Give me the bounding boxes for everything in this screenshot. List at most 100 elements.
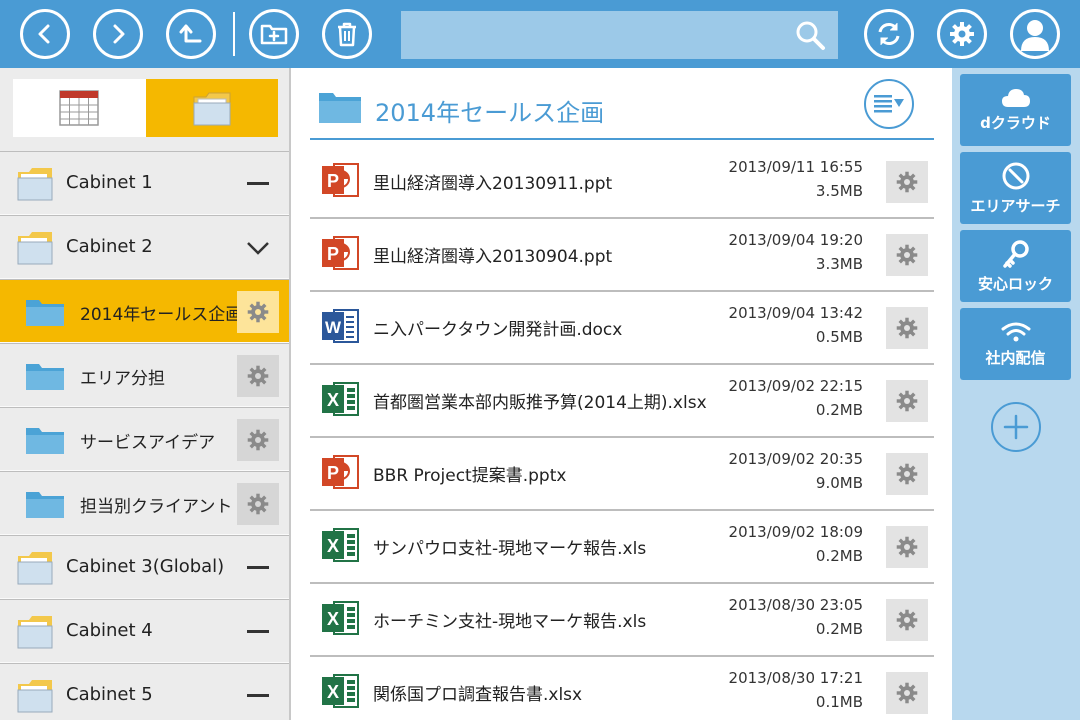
collapse-toggle[interactable] bbox=[244, 166, 272, 202]
file-name: ホーチミン支社-現地マーケ報告.xls bbox=[373, 612, 647, 632]
folder-icon bbox=[26, 492, 64, 518]
folder-settings-button[interactable] bbox=[237, 355, 279, 397]
up-folder-button[interactable] bbox=[166, 9, 216, 59]
svg-text:X: X bbox=[327, 536, 339, 556]
file-type-icon: P bbox=[320, 452, 360, 496]
folder-settings-button[interactable] bbox=[237, 483, 279, 525]
file-size: 0.2MB bbox=[815, 620, 863, 638]
file-settings-button[interactable] bbox=[886, 234, 928, 276]
cabinet-label: Cabinet 3(Global) bbox=[66, 556, 225, 577]
file-name: 関係国プロ調査報告書.xlsx bbox=[373, 685, 583, 705]
collapse-toggle[interactable] bbox=[244, 678, 272, 714]
cabinet-label: Cabinet 5 bbox=[66, 684, 153, 705]
file-row[interactable]: P 里山経済圏導入20130911.ppt 2013/09/11 16:55 3.5M… bbox=[310, 146, 934, 219]
minus-icon bbox=[247, 630, 269, 633]
folder-settings-button[interactable] bbox=[237, 291, 279, 333]
file-date: 2013/09/04 19:20 bbox=[728, 231, 863, 249]
file-type-icon: X bbox=[320, 379, 360, 423]
collapse-toggle[interactable] bbox=[244, 550, 272, 586]
file-settings-button[interactable] bbox=[886, 161, 928, 203]
sync-icon bbox=[878, 23, 900, 45]
up-level-icon bbox=[179, 24, 202, 43]
file-date: 2013/08/30 17:21 bbox=[728, 669, 863, 687]
collapse-toggle[interactable] bbox=[244, 614, 272, 650]
expand-toggle[interactable] bbox=[244, 230, 272, 266]
folder-item-service-idea[interactable]: サービスアイデア bbox=[0, 407, 289, 471]
file-row[interactable]: P BBR Project提案書.pptx 2013/09/02 20:35 9.0M… bbox=[310, 438, 934, 511]
back-button[interactable] bbox=[20, 9, 70, 59]
file-date: 2013/08/30 23:05 bbox=[728, 596, 863, 614]
forward-button[interactable] bbox=[93, 9, 143, 59]
search-icon[interactable] bbox=[794, 19, 826, 51]
file-settings-button[interactable] bbox=[886, 307, 928, 349]
chevron-right-icon bbox=[113, 24, 125, 44]
file-row[interactable]: W ニ入パークタウン開発計画.docx 2013/09/04 13:42 0.5MB bbox=[310, 292, 934, 365]
add-service-button[interactable] bbox=[991, 402, 1041, 452]
file-date: 2013/09/11 16:55 bbox=[728, 158, 863, 176]
key-icon bbox=[1002, 239, 1029, 268]
gear-icon bbox=[896, 317, 918, 339]
gear-icon bbox=[247, 429, 269, 451]
cabinet-item[interactable]: Cabinet 2 bbox=[0, 215, 289, 279]
dcloud-button[interactable]: dクラウド bbox=[960, 74, 1071, 146]
new-folder-button[interactable] bbox=[249, 9, 299, 59]
gear-icon bbox=[896, 682, 918, 704]
file-settings-button[interactable] bbox=[886, 672, 928, 714]
folder-item-clients[interactable]: 担当別クライアント bbox=[0, 471, 289, 535]
gear-icon bbox=[896, 609, 918, 631]
file-settings-button[interactable] bbox=[886, 380, 928, 422]
chevron-left-icon bbox=[38, 24, 50, 44]
folder-settings-button[interactable] bbox=[237, 419, 279, 461]
svg-text:X: X bbox=[327, 609, 339, 629]
file-row[interactable]: P 里山経済圏導入20130904.ppt 2013/09/04 19:20 3.3M… bbox=[310, 219, 934, 292]
cabinet-item[interactable]: Cabinet 1 bbox=[0, 151, 289, 215]
folder-icon bbox=[26, 364, 64, 390]
file-row[interactable]: X 首都圏営業本部内販推予算(2014上期).xlsx 2013/09/02 22:… bbox=[310, 365, 934, 438]
view-toggle bbox=[13, 79, 278, 137]
gear-icon bbox=[247, 301, 269, 323]
file-settings-button[interactable] bbox=[886, 453, 928, 495]
sidebar: Cabinet 1 Cabinet 2 2014年セールス企画 エリア分担 サー… bbox=[0, 68, 291, 720]
internal-delivery-button[interactable]: 社内配信 bbox=[960, 308, 1071, 380]
file-settings-button[interactable] bbox=[886, 599, 928, 641]
file-settings-button[interactable] bbox=[886, 526, 928, 568]
calendar-view-button[interactable] bbox=[13, 79, 146, 137]
file-size: 3.5MB bbox=[815, 182, 863, 200]
cabinet-icon bbox=[17, 552, 53, 585]
account-button[interactable] bbox=[1010, 9, 1060, 59]
folder-item-area[interactable]: エリア分担 bbox=[0, 343, 289, 407]
cabinet-item[interactable]: Cabinet 4 bbox=[0, 599, 289, 663]
service-label: 安心ロック bbox=[977, 274, 1053, 293]
svg-text:W: W bbox=[325, 318, 342, 337]
word-icon: W bbox=[322, 309, 359, 343]
service-label: エリアサーチ bbox=[970, 196, 1061, 215]
search-input[interactable] bbox=[411, 11, 781, 59]
file-pane: 2014年セールス企画 P 里山経済圏導入20130911.ppt 2013/09/… bbox=[293, 68, 952, 720]
delete-button[interactable] bbox=[322, 9, 372, 59]
cabinet-item[interactable]: Cabinet 5 bbox=[0, 663, 289, 720]
area-search-button[interactable]: エリアサーチ bbox=[960, 152, 1071, 224]
file-date: 2013/09/02 18:09 bbox=[728, 523, 863, 541]
folder-icon bbox=[26, 428, 64, 454]
excel-icon: X bbox=[322, 528, 359, 562]
cabinet-item[interactable]: Cabinet 3(Global) bbox=[0, 535, 289, 599]
file-size: 0.1MB bbox=[815, 693, 863, 711]
sync-button[interactable] bbox=[864, 9, 914, 59]
folder-item-2014-sales-plan[interactable]: 2014年セールス企画 bbox=[0, 279, 289, 343]
folder-view-button[interactable] bbox=[145, 79, 278, 137]
file-name: ニ入パークタウン開発計画.docx bbox=[373, 320, 623, 340]
file-type-icon: X bbox=[320, 525, 360, 569]
safe-lock-button[interactable]: 安心ロック bbox=[960, 230, 1071, 302]
minus-icon bbox=[247, 694, 269, 697]
folder-icon bbox=[193, 92, 231, 126]
file-row[interactable]: X 関係国プロ調査報告書.xlsx 2013/08/30 17:21 0.1MB bbox=[310, 657, 934, 720]
file-row[interactable]: X ホーチミン支社-現地マーケ報告.xls 2013/08/30 23:05 0.2M… bbox=[310, 584, 934, 657]
settings-button[interactable] bbox=[937, 9, 987, 59]
sort-menu-button[interactable] bbox=[864, 79, 914, 129]
cabinet-tree: Cabinet 1 Cabinet 2 2014年セールス企画 エリア分担 サー… bbox=[0, 151, 289, 720]
gear-icon bbox=[247, 365, 269, 387]
svg-text:X: X bbox=[327, 390, 339, 410]
cabinet-icon bbox=[17, 168, 53, 201]
folder-label: 2014年セールス企画 bbox=[80, 305, 243, 325]
file-row[interactable]: X サンパウロ支社-現地マーケ報告.xls 2013/09/02 18:09 0.2M… bbox=[310, 511, 934, 584]
